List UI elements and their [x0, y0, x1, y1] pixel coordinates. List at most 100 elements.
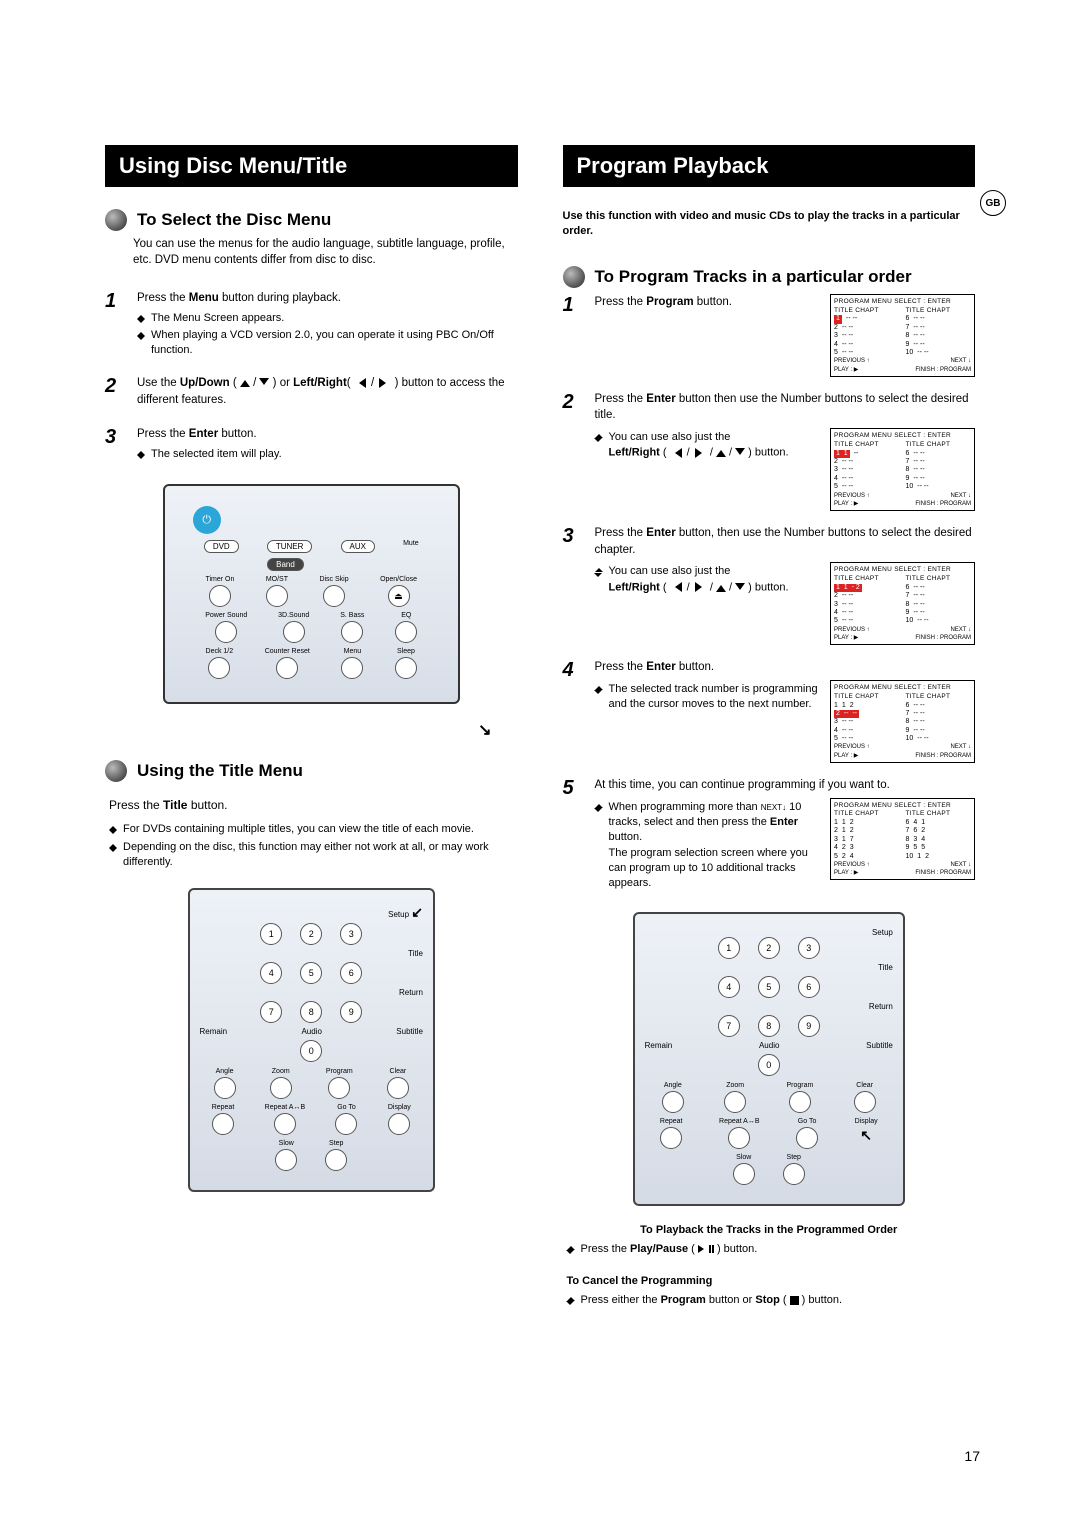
num-2: 2: [300, 923, 322, 945]
num-0: 0: [300, 1040, 322, 1062]
subtitle-label: Subtitle: [866, 1041, 893, 1050]
angle-label: Angle: [664, 1082, 682, 1089]
slow-label: Slow: [736, 1154, 751, 1161]
eq-label: EQ: [401, 612, 411, 619]
clear-label: Clear: [390, 1068, 407, 1075]
num-3: 3: [798, 937, 820, 959]
program-menu-screen-3: PROGRAM MENU SELECT : ENTER TITLE CHAPT …: [830, 562, 975, 645]
diamond-icon: [137, 447, 145, 455]
r-step4-num: 4: [563, 659, 581, 682]
diamond-icon: [595, 682, 603, 690]
stop-icon: [790, 1296, 799, 1305]
program-menu-screen-2: PROGRAM MENU SELECT : ENTER TITLE CHAPT …: [830, 428, 975, 511]
counterreset-label: Counter Reset: [265, 648, 310, 655]
program-tracks-heading: To Program Tracks in a particular order: [595, 267, 912, 287]
timer-on-label: Timer On: [205, 576, 234, 583]
r-step4-text: Press the Enter button.: [595, 659, 976, 676]
3dsound-label: 3D.Sound: [278, 612, 309, 619]
audio-label: Audio: [759, 1041, 779, 1050]
program-intro: Use this function with video and music C…: [563, 209, 976, 240]
r-step1-num: 1: [563, 294, 581, 317]
diamond-icon: [595, 430, 603, 438]
step2-num: 2: [105, 375, 123, 398]
zoom-label: Zoom: [726, 1082, 744, 1089]
right-arrow-icon: [695, 448, 707, 458]
remote-illustration-top: ⏻ DVD TUNER AUX Mute Band Timer On MO/ST…: [163, 484, 460, 704]
left-header: Using Disc Menu/Title: [105, 145, 518, 187]
step3-num: 3: [105, 426, 123, 449]
step3-text: Press the Enter button.: [137, 426, 518, 443]
up-arrow-icon: [716, 445, 726, 457]
indicator-arrow-icon: ↘: [105, 720, 492, 740]
step1-text: Press the Menu button during playback.: [137, 290, 518, 307]
r-step5-num: 5: [563, 777, 581, 800]
goto-label: Go To: [337, 1104, 356, 1111]
down-arrow-icon: [259, 378, 269, 390]
setup-label: Setup: [388, 910, 409, 919]
num-8: 8: [300, 1001, 322, 1023]
cancel-callout-note: Press either the Program button or Stop …: [581, 1293, 843, 1308]
step-label: Step: [787, 1154, 801, 1161]
diamond-icon: [137, 328, 145, 336]
right-header: Program Playback: [563, 145, 976, 187]
repeat-label: Repeat: [660, 1118, 683, 1125]
angle-label: Angle: [216, 1068, 234, 1075]
r-step5-note: When programming more than NEXT↓ 10 trac…: [609, 800, 819, 892]
title-label: Title: [878, 963, 893, 972]
r-step2-num: 2: [563, 391, 581, 414]
menu-label: Menu: [344, 648, 362, 655]
most-label: MO/ST: [266, 576, 288, 583]
subtitle-label: Subtitle: [396, 1027, 423, 1036]
num-9: 9: [798, 1015, 820, 1037]
num-9: 9: [340, 1001, 362, 1023]
indicator-arrow-icon: ↙: [411, 904, 423, 920]
left-arrow-icon: [354, 378, 366, 388]
bullet-icon: [563, 266, 585, 288]
mute-label: Mute: [403, 540, 419, 553]
title-note1: For DVDs containing multiple titles, you…: [123, 822, 474, 837]
step3-note1: The selected item will play.: [151, 447, 282, 462]
goto-label: Go To: [798, 1118, 817, 1125]
dvd-btn: DVD: [204, 540, 239, 553]
step1-num: 1: [105, 290, 123, 313]
title-label: Title: [408, 949, 423, 958]
tuner-btn: TUNER: [267, 540, 313, 553]
play-pause-icon: [698, 1245, 714, 1253]
display-label: Display: [855, 1118, 878, 1125]
num-4: 4: [260, 962, 282, 984]
num-7: 7: [260, 1001, 282, 1023]
step2-text: Use the Up/Down ( / ) or Left/Right( / )…: [137, 375, 518, 408]
diamond-icon: [109, 822, 117, 830]
num-8: 8: [758, 1015, 780, 1037]
setup-label: Setup: [872, 928, 893, 937]
powersound-label: Power Sound: [205, 612, 247, 619]
num-6: 6: [798, 976, 820, 998]
program-menu-screen-1: PROGRAM MENU SELECT : ENTER TITLE CHAPT …: [830, 294, 975, 377]
diamond-icon: [595, 564, 603, 572]
program-menu-screen-4: PROGRAM MENU SELECT : ENTER TITLE CHAPT …: [830, 680, 975, 763]
program-menu-screen-5: PROGRAM MENU SELECT : ENTER TITLE CHAPT …: [830, 798, 975, 881]
return-label: Return: [869, 1002, 893, 1011]
clear-label: Clear: [856, 1082, 873, 1089]
num-4: 4: [718, 976, 740, 998]
title-menu-heading: Using the Title Menu: [137, 761, 303, 781]
program-label: Program: [786, 1082, 813, 1089]
num-1: 1: [260, 923, 282, 945]
display-label: Display: [388, 1104, 411, 1111]
title-note2: Depending on the disc, this function may…: [123, 840, 518, 871]
cancel-callout: To Cancel the Programming: [563, 1275, 976, 1287]
repeat-label: Repeat: [212, 1104, 235, 1111]
up-arrow-icon: [240, 375, 250, 387]
step1-note1: The Menu Screen appears.: [151, 311, 284, 326]
down-arrow-icon: [735, 448, 745, 460]
playback-callout-note: Press the Play/Pause ( ) button.: [581, 1242, 758, 1257]
diamond-icon: [595, 800, 603, 808]
program-label: Program: [326, 1068, 353, 1075]
num-2: 2: [758, 937, 780, 959]
power-icon: ⏻: [193, 506, 221, 534]
diamond-icon: [567, 1293, 575, 1301]
deck12-label: Deck 1/2: [206, 648, 234, 655]
r-step4-note: The selected track number is programming…: [609, 682, 819, 713]
select-disc-intro: You can use the menus for the audio lang…: [133, 237, 518, 268]
num-5: 5: [300, 962, 322, 984]
